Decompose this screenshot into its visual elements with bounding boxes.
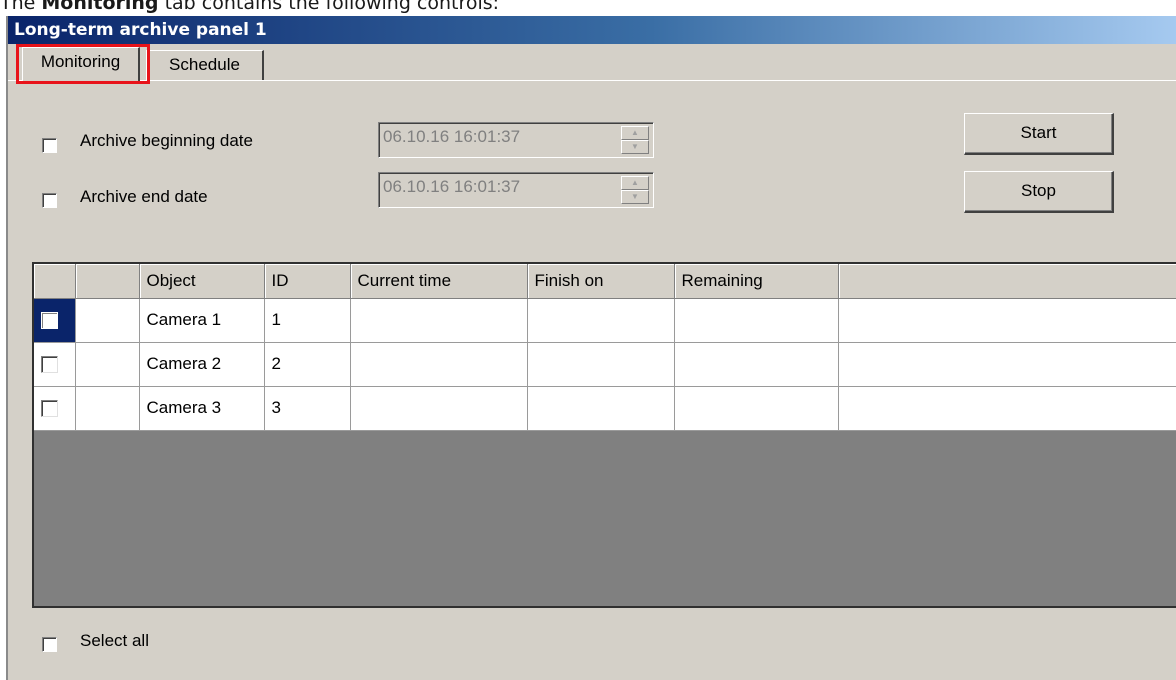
table-cell-id: 2	[264, 342, 351, 387]
table-cell-current-time	[350, 298, 528, 343]
row-check-cell[interactable]	[34, 342, 76, 387]
table-cell-object: Camera 1	[139, 298, 265, 343]
archive-end-date-field[interactable]: 06.10.16 16:01:37 ▲ ▼	[378, 172, 654, 208]
column-header-finish-on[interactable]: Finish on	[527, 264, 675, 299]
table-cell	[838, 342, 1176, 387]
table-cell	[75, 342, 140, 387]
table-cell	[838, 386, 1176, 431]
row-check-cell[interactable]	[34, 298, 76, 343]
table-cell	[75, 386, 140, 431]
table-cell-finish-on	[527, 342, 675, 387]
archive-begin-checkbox[interactable]	[42, 138, 57, 153]
archive-begin-date-value: 06.10.16 16:01:37	[383, 127, 521, 146]
spin-up-icon[interactable]: ▲	[621, 126, 649, 140]
column-header-object[interactable]: Object	[139, 264, 265, 299]
row-checkbox[interactable]	[41, 311, 58, 329]
archive-end-label: Archive end date	[80, 187, 208, 206]
table-row[interactable]: Camera 3 3	[34, 386, 1176, 431]
archive-grid: Object ID Current time Finish on Remaini…	[32, 262, 1176, 608]
select-all-checkbox[interactable]	[42, 637, 57, 652]
spin-up-icon[interactable]: ▲	[621, 176, 649, 190]
archive-panel-window: Long-term archive panel 1 Monitoring Sch…	[6, 16, 1176, 680]
tab-panel-divider	[8, 80, 1176, 81]
start-button[interactable]: Start	[964, 113, 1114, 155]
tab-monitoring[interactable]: Monitoring	[22, 47, 140, 81]
table-cell	[75, 298, 140, 343]
table-cell-id: 1	[264, 298, 351, 343]
table-cell-object: Camera 3	[139, 386, 265, 431]
table-cell-finish-on	[527, 386, 675, 431]
table-cell-id: 3	[264, 386, 351, 431]
column-header-id[interactable]: ID	[264, 264, 351, 299]
table-cell-current-time	[350, 386, 528, 431]
table-cell-finish-on	[527, 298, 675, 343]
archive-table: Object ID Current time Finish on Remaini…	[34, 264, 1176, 431]
table-cell-object: Camera 2	[139, 342, 265, 387]
table-cell-remaining	[674, 386, 839, 431]
table-row[interactable]: Camera 2 2	[34, 342, 1176, 387]
column-header-filler	[838, 264, 1176, 299]
column-header-check[interactable]	[34, 264, 76, 299]
table-cell-remaining	[674, 342, 839, 387]
table-cell-remaining	[674, 298, 839, 343]
spin-down-icon[interactable]: ▼	[621, 190, 649, 204]
spin-down-icon[interactable]: ▼	[621, 140, 649, 154]
archive-end-date-value: 06.10.16 16:01:37	[383, 177, 521, 196]
archive-begin-label: Archive beginning date	[80, 131, 253, 150]
stop-button[interactable]: Stop	[964, 171, 1114, 213]
row-checkbox[interactable]	[41, 399, 58, 417]
column-header-remaining[interactable]: Remaining	[674, 264, 839, 299]
window-title: Long-term archive panel 1	[8, 16, 1176, 44]
select-all-label: Select all	[80, 631, 149, 650]
row-checkbox[interactable]	[41, 355, 58, 373]
column-header-current-time[interactable]: Current time	[350, 264, 528, 299]
tab-schedule[interactable]: Schedule	[146, 50, 264, 80]
table-header-row: Object ID Current time Finish on Remaini…	[34, 264, 1176, 299]
archive-end-checkbox[interactable]	[42, 193, 57, 208]
archive-end-spinner[interactable]: ▲ ▼	[621, 176, 649, 204]
tab-strip: Monitoring Schedule	[8, 44, 1176, 84]
column-header-blank[interactable]	[75, 264, 140, 299]
archive-begin-spinner[interactable]: ▲ ▼	[621, 126, 649, 154]
table-cell	[838, 298, 1176, 343]
row-check-cell[interactable]	[34, 386, 76, 431]
table-row[interactable]: Camera 1 1	[34, 298, 1176, 343]
table-cell-current-time	[350, 342, 528, 387]
caption-text: The Monitoring tab contains the followin…	[0, 0, 500, 14]
archive-begin-date-field[interactable]: 06.10.16 16:01:37 ▲ ▼	[378, 122, 654, 158]
